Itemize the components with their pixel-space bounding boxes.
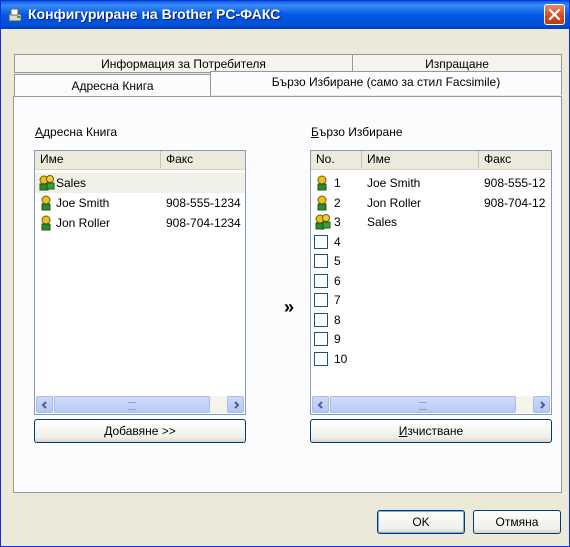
address-row[interactable]: Jon Roller 908-704-1234	[35, 213, 245, 233]
empty-slot-box[interactable]	[314, 234, 328, 249]
address-book-list[interactable]: Име Факс Sales Joe Smith 908-555-1234 Jo…	[34, 150, 246, 415]
speed-dial-list[interactable]: No. Име Факс 1 Joe Smith 908-555-12 2 Jon Ro…	[310, 150, 552, 415]
tab-speed-dial[interactable]: Бързо Избиране (само за стил Facsimile)	[210, 71, 562, 95]
tab-address-book[interactable]: Адресна Книга	[14, 74, 211, 97]
column-no-header[interactable]: No.	[311, 151, 362, 168]
tab-address-book-label: Адресна Книга	[71, 79, 154, 93]
speed-dial-hscrollbar[interactable]	[312, 396, 550, 413]
empty-slot-box[interactable]	[314, 293, 328, 307]
empty-slot-box[interactable]	[314, 273, 328, 288]
speed-dial-number: 9	[334, 332, 341, 346]
column-fax-header[interactable]: Факс	[161, 151, 245, 168]
chevron-right-icon	[234, 401, 240, 409]
empty-slot-box[interactable]	[314, 312, 328, 327]
tab-user-info-label: Информация за Потребителя	[101, 57, 266, 71]
address-row[interactable]: Sales	[35, 173, 245, 193]
speed-dial-number: 4	[334, 234, 341, 249]
column-fax-header[interactable]: Факс	[479, 151, 551, 168]
column-name-header[interactable]: Име	[35, 151, 161, 168]
speed-dial-row[interactable]: 6	[311, 271, 551, 291]
transfer-arrow-icon: »	[284, 297, 295, 317]
empty-slot-box[interactable]	[314, 351, 328, 366]
tab-panel: Адресна Книга Име Факс Sales Joe Smith 9…	[13, 96, 562, 493]
address-fax: 908-704-1234	[166, 216, 241, 230]
speed-dial-row[interactable]: 5	[311, 251, 551, 271]
speed-dial-row[interactable]: 3 Sales	[311, 212, 551, 232]
address-name: Joe Smith	[56, 196, 110, 210]
person-icon	[38, 215, 54, 231]
scroll-right-button[interactable]	[533, 396, 550, 413]
speed-dial-row[interactable]: 2 Jon Roller 908-704-12	[311, 193, 551, 213]
speed-dial-number: 1	[334, 176, 341, 190]
scroll-thumb[interactable]	[330, 396, 516, 413]
empty-slot-box[interactable]	[314, 332, 328, 346]
scroll-thumb[interactable]	[54, 396, 210, 413]
group-icon	[38, 175, 55, 191]
fax-app-icon	[8, 8, 22, 22]
chevron-left-icon	[41, 401, 47, 409]
speed-dial-name: Jon Roller	[367, 195, 422, 210]
column-name-header[interactable]: Име	[362, 151, 479, 168]
address-book-label: Адресна Книга	[35, 125, 118, 139]
speed-dial-number: 10	[334, 351, 348, 366]
speed-dial-name: Sales	[367, 215, 398, 229]
close-icon	[548, 8, 561, 21]
title-bar[interactable]: Конфигуриране на Brother PC-ФАКС	[1, 1, 569, 29]
speed-dial-number: 7	[334, 293, 341, 307]
scroll-right-button[interactable]	[227, 396, 244, 413]
window-title: Конфигуриране на Brother PC-ФАКС	[28, 6, 281, 22]
address-book-header: Име Факс	[35, 151, 245, 170]
speed-dial-row[interactable]: 10	[311, 349, 551, 369]
tab-sending-label: Изпращане	[425, 57, 489, 71]
add-button[interactable]: Добавяне >>	[34, 419, 246, 443]
speed-dial-number: 6	[334, 273, 341, 288]
dialog-window: Конфигуриране на Brother PC-ФАКС Информа…	[0, 0, 570, 547]
speed-dial-header: No. Име Факс	[311, 151, 551, 170]
tab-speed-dial-label: Бързо Избиране (само за стил Facsimile)	[271, 75, 501, 89]
speed-dial-name: Joe Smith	[367, 176, 421, 190]
speed-dial-fax: 908-704-12	[484, 195, 546, 210]
speed-dial-number: 5	[334, 254, 341, 268]
address-row[interactable]: Joe Smith 908-555-1234	[35, 193, 245, 213]
speed-dial-number: 8	[334, 312, 341, 327]
scroll-left-button[interactable]	[36, 396, 53, 413]
close-button[interactable]	[544, 4, 565, 25]
speed-dial-label: Бързо Избиране	[311, 125, 403, 139]
speed-dial-row[interactable]: 9	[311, 329, 551, 349]
speed-dial-row[interactable]: 1 Joe Smith 908-555-12	[311, 173, 551, 193]
speed-dial-row[interactable]: 8	[311, 310, 551, 330]
speed-dial-fax: 908-555-12	[484, 176, 546, 190]
address-fax: 908-555-1234	[166, 196, 241, 210]
clear-button[interactable]: Изчистване	[310, 419, 552, 443]
chevron-right-icon	[540, 401, 546, 409]
speed-dial-row[interactable]: 7	[311, 290, 551, 310]
chevron-left-icon	[317, 401, 323, 409]
address-name: Jon Roller	[56, 216, 111, 230]
scroll-left-button[interactable]	[312, 396, 329, 413]
empty-slot-box[interactable]	[314, 254, 328, 268]
speed-dial-number: 3	[334, 215, 341, 229]
cancel-button[interactable]: Отмяна	[473, 510, 561, 534]
ok-button[interactable]: OK	[377, 510, 465, 534]
address-hscrollbar[interactable]	[36, 396, 244, 413]
speed-dial-number: 2	[334, 195, 341, 210]
person-icon	[38, 195, 54, 211]
speed-dial-row[interactable]: 4	[311, 232, 551, 252]
address-name: Sales	[56, 176, 87, 190]
